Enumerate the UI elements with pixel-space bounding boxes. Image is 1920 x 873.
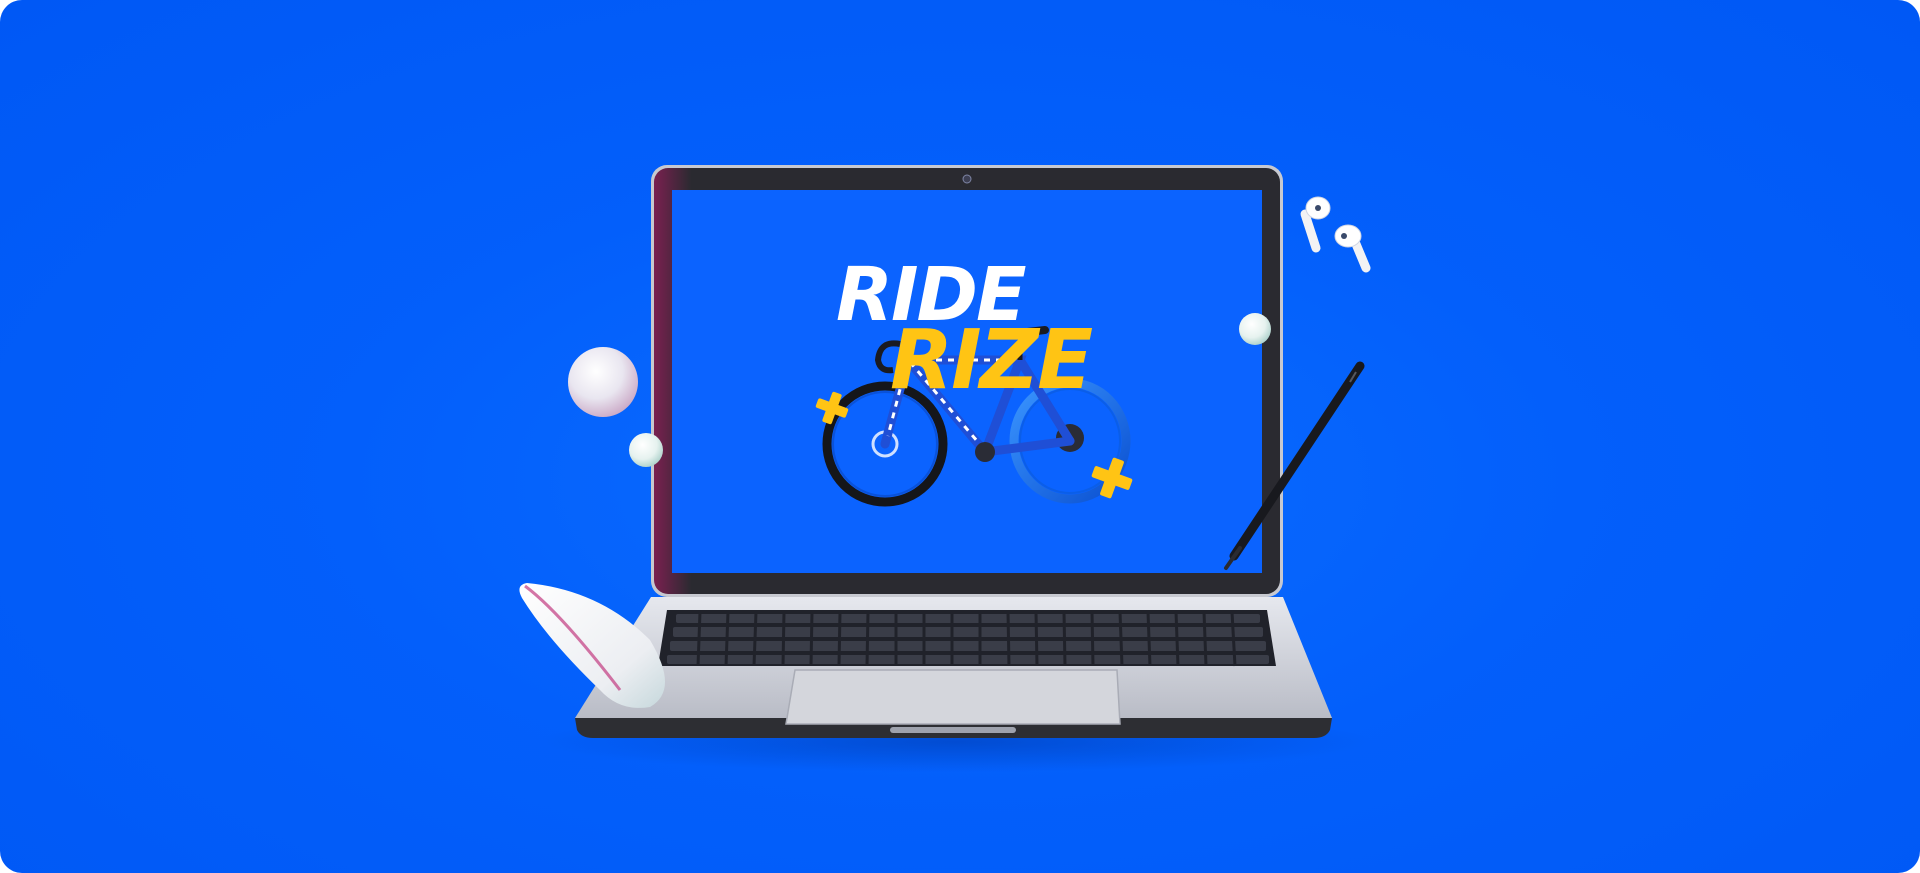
pearl-sphere-large — [568, 347, 638, 417]
webcam-icon — [962, 174, 972, 184]
screen-subheadline: RIZE — [890, 313, 1093, 408]
earbuds — [1300, 196, 1371, 273]
laptop-notch — [890, 727, 1016, 733]
scene: RIDE RIZE — [0, 0, 1920, 873]
trackpad — [785, 669, 1121, 725]
laptop — [575, 165, 1332, 738]
scene-art — [519, 165, 1375, 772]
mouse — [519, 583, 665, 708]
pearl-sphere-small — [629, 433, 663, 467]
pearl-sphere-right — [1239, 313, 1271, 345]
